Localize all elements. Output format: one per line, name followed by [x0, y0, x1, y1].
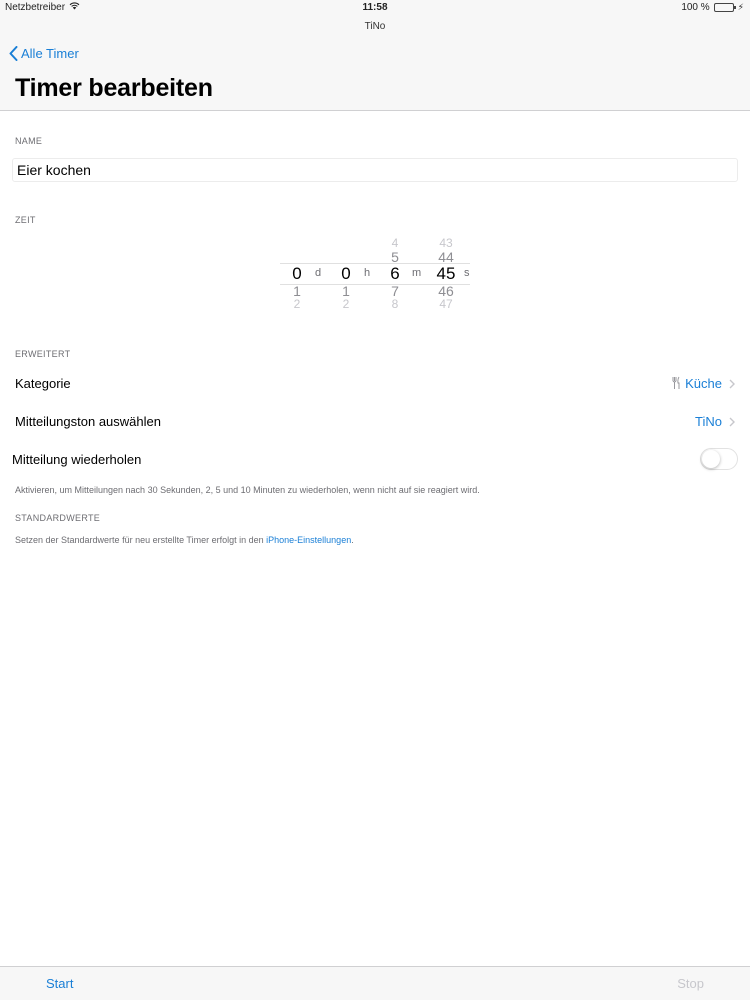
- timer-name-input[interactable]: [12, 158, 738, 182]
- name-section-label: NAME: [15, 136, 43, 146]
- picker-days-unit: d: [315, 267, 322, 279]
- status-right: 100 % ⚡: [681, 2, 744, 13]
- page-title: Timer bearbeiten: [15, 74, 213, 102]
- picker-days-below2: 2: [293, 297, 301, 311]
- iphone-settings-link[interactable]: iPhone-Einstellungen: [266, 535, 351, 545]
- app-name: TiNo: [364, 21, 386, 32]
- time-section-label: ZEIT: [15, 215, 36, 225]
- picker-days-selected: 0: [292, 264, 302, 283]
- picker-seconds-below2: 47: [439, 297, 453, 311]
- back-button[interactable]: Alle Timer: [9, 46, 79, 61]
- picker-hours-below2: 2: [342, 297, 350, 311]
- picker-hours-selected: 0: [341, 264, 351, 283]
- category-label: Kategorie: [15, 375, 71, 391]
- defaults-footnote: Setzen der Standardwerte für neu erstell…: [15, 535, 354, 545]
- picker-selection-bottom-line: [280, 284, 470, 285]
- charging-icon: ⚡: [737, 2, 744, 12]
- picker-minutes-unit: m: [412, 267, 422, 279]
- picker-hours-column[interactable]: 1 2 0: [331, 236, 361, 311]
- status-time: 11:58: [362, 2, 388, 13]
- notification-sound-row[interactable]: Mitteilungston auswählen TiNo: [0, 403, 750, 439]
- picker-minutes-selected: 6: [390, 264, 400, 283]
- battery-percent: 100 %: [681, 2, 710, 13]
- repeat-notification-row: Mitteilung wiederholen: [0, 441, 750, 477]
- start-button[interactable]: Start: [46, 976, 73, 991]
- picker-days-column[interactable]: 1 2 0: [282, 236, 312, 311]
- category-value-text: Küche: [685, 375, 722, 391]
- picker-seconds-unit: s: [464, 267, 470, 279]
- defaults-footnote-suffix: .: [351, 535, 354, 545]
- back-button-label: Alle Timer: [21, 46, 79, 61]
- fork-knife-icon: [672, 376, 680, 389]
- picker-selection-top-line: [280, 263, 470, 264]
- chevron-right-icon: [729, 417, 735, 427]
- category-value: Küche: [672, 376, 722, 391]
- defaults-footnote-text: Setzen der Standardwerte für neu erstell…: [15, 535, 267, 545]
- defaults-section-label: STANDARDWERTE: [15, 513, 101, 523]
- stop-button[interactable]: Stop: [677, 976, 704, 991]
- picker-seconds-column[interactable]: 43 44 45 46 47: [430, 236, 462, 311]
- picker-seconds-above2: 43: [439, 236, 453, 250]
- picker-seconds-selected: 45: [436, 264, 456, 283]
- status-bar: Netzbetreiber 11:58 100 % ⚡: [0, 0, 750, 16]
- repeat-footnote: Aktivieren, um Mitteilungen nach 30 Seku…: [15, 485, 480, 495]
- battery-icon: [713, 3, 736, 12]
- picker-hours-unit: h: [364, 267, 371, 279]
- bottom-toolbar: Start Stop: [0, 966, 750, 1000]
- picker-minutes-above2: 4: [391, 236, 399, 250]
- category-row[interactable]: Kategorie Küche: [0, 365, 750, 401]
- toggle-knob: [702, 450, 720, 468]
- notification-sound-label: Mitteilungston auswählen: [15, 413, 161, 429]
- picker-minutes-below2: 8: [391, 297, 399, 311]
- chevron-right-icon: [729, 379, 735, 389]
- picker-minutes-column[interactable]: 4 5 6 7 8: [380, 236, 410, 311]
- chevron-left-icon: [9, 46, 18, 61]
- notification-sound-value: TiNo: [695, 413, 722, 429]
- advanced-section-label: ERWEITERT: [15, 349, 71, 359]
- repeat-notification-toggle[interactable]: [700, 448, 738, 470]
- duration-picker[interactable]: 1 2 0 d 1 2 0 h 4 5 6 7 8 m 43 44 45 46 …: [0, 236, 750, 311]
- repeat-notification-label: Mitteilung wiederholen: [12, 451, 142, 467]
